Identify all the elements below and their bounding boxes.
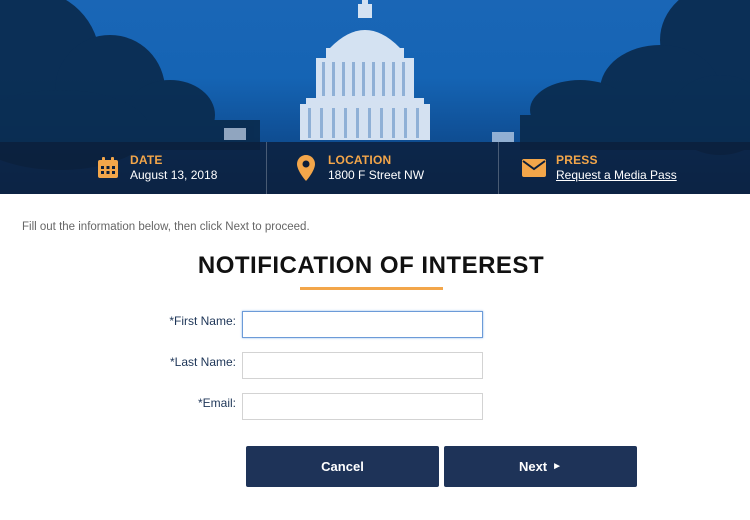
cancel-button-label: Cancel (321, 459, 364, 474)
first-name-label: *First Name: (169, 314, 236, 328)
calendar-icon (94, 154, 122, 182)
envelope-icon (520, 154, 548, 182)
last-name-label: *Last Name: (169, 355, 236, 369)
press-info: PRESS Request a Media Pass (520, 142, 677, 194)
first-name-input[interactable] (242, 311, 483, 338)
map-pin-icon (292, 154, 320, 182)
next-button[interactable]: Next ► (444, 446, 637, 487)
media-pass-link[interactable]: Request a Media Pass (556, 168, 677, 183)
location-info: LOCATION 1800 F Street NW (292, 142, 424, 194)
date-info: DATE August 13, 2018 (94, 142, 217, 194)
play-arrow-icon: ► (552, 461, 563, 472)
location-value: 1800 F Street NW (328, 168, 425, 182)
email-label: *Email: (197, 396, 236, 410)
email-input[interactable] (242, 393, 483, 420)
date-label: DATE (130, 153, 163, 167)
cancel-button[interactable]: Cancel (246, 446, 439, 487)
location-label: LOCATION (328, 153, 392, 167)
event-info-bar: DATE August 13, 2018 LOCATION 1800 F Str… (0, 142, 750, 194)
last-name-input[interactable] (242, 352, 483, 379)
info-divider (498, 142, 499, 194)
next-button-label: Next (518, 459, 548, 474)
press-label: PRESS (556, 153, 598, 167)
hero-banner: DATE August 13, 2018 LOCATION 1800 F Str… (0, 0, 750, 194)
info-divider (266, 142, 267, 194)
date-value: August 13, 2018 (130, 168, 218, 182)
page-title: NOTIFICATION OF INTEREST (197, 252, 545, 279)
title-underline (300, 287, 443, 290)
form-instructions: Fill out the information below, then cli… (22, 221, 310, 233)
